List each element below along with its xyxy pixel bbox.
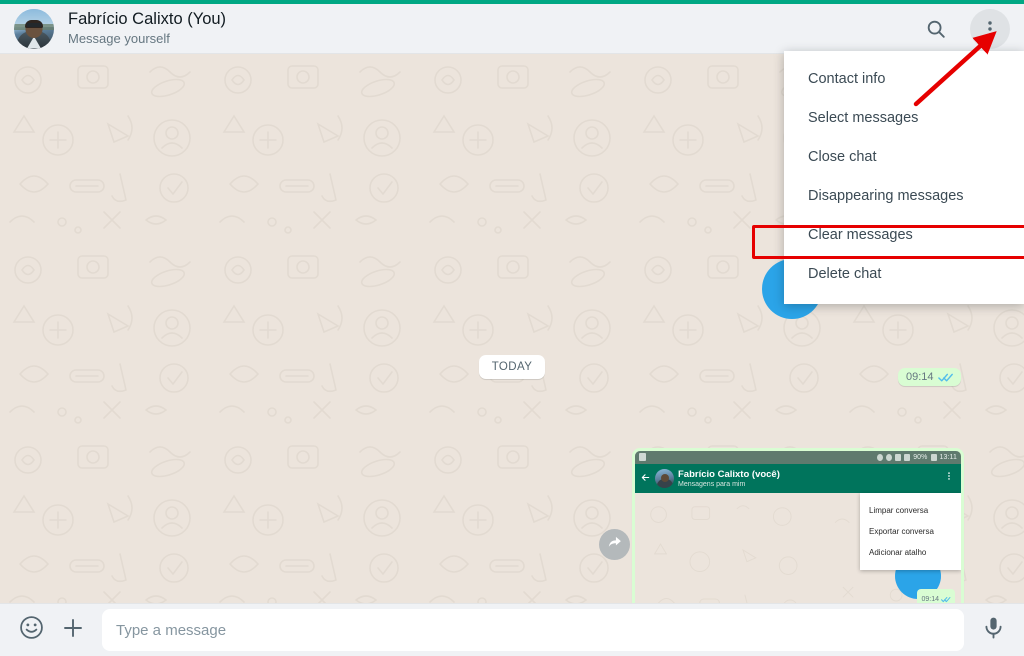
phone-message-timestamp-bubble: 09:14 bbox=[917, 589, 955, 603]
phone-three-dots-vertical-icon[interactable] bbox=[944, 469, 956, 488]
attach-button[interactable] bbox=[60, 617, 86, 643]
phone-avatar-head bbox=[661, 474, 669, 482]
phone-message-timestamp: 09:14 bbox=[921, 596, 939, 603]
phone-notification-icon bbox=[639, 453, 646, 461]
menu-item-disappearing-messages[interactable]: Disappearing messages bbox=[784, 177, 1024, 216]
page-title: Fabrício Calixto (You) bbox=[68, 9, 916, 29]
phone-chat-body: Limpar conversa Exportar conversa Adicio… bbox=[635, 493, 961, 603]
phone-read-double-check-icon bbox=[941, 590, 951, 603]
menu-item-delete-chat[interactable]: Delete chat bbox=[784, 255, 1024, 294]
chat-header: Fabrício Calixto (You) Message yourself bbox=[0, 4, 1024, 54]
phone-dropdown-menu: Limpar conversa Exportar conversa Adicio… bbox=[860, 493, 961, 570]
back-arrow-icon[interactable] bbox=[640, 470, 651, 488]
alarm-icon bbox=[886, 454, 892, 461]
phone-chat-header: Fabrício Calixto (você) Mensagens para m… bbox=[635, 464, 961, 493]
menu-item-contact-info[interactable]: Contact info bbox=[784, 60, 1024, 99]
date-divider: TODAY bbox=[0, 355, 1024, 379]
menu-item-close-chat[interactable]: Close chat bbox=[784, 138, 1024, 177]
battery-icon bbox=[931, 454, 937, 461]
whatsapp-web-window: Fabrício Calixto (You) Message yourself bbox=[0, 0, 1024, 656]
message-input[interactable] bbox=[102, 609, 964, 651]
emoji-smiley-icon bbox=[19, 615, 44, 645]
three-dots-vertical-icon bbox=[979, 18, 1001, 40]
phone-screenshot-content: 90% 13:11 Fabríci bbox=[635, 451, 961, 603]
phone-clock: 13:11 bbox=[940, 454, 958, 461]
menu-item-select-messages[interactable]: Select messages bbox=[784, 99, 1024, 138]
forward-arrow-icon bbox=[606, 534, 623, 556]
search-icon bbox=[925, 18, 947, 40]
phone-menu-item-adicionar-atalho[interactable]: Adicionar atalho bbox=[860, 542, 961, 563]
image-message-phone-screenshot[interactable]: 90% 13:11 Fabríci bbox=[632, 448, 964, 603]
menu-item-clear-messages[interactable]: Clear messages bbox=[784, 216, 1024, 255]
header-actions bbox=[916, 9, 1010, 49]
plus-attach-icon bbox=[61, 616, 85, 645]
voice-message-button[interactable] bbox=[980, 617, 1006, 643]
phone-header-text: Fabrício Calixto (você) Mensagens para m… bbox=[678, 469, 940, 489]
location-icon bbox=[877, 454, 883, 461]
chat-options-dropdown: Contact info Select messages Close chat … bbox=[784, 51, 1024, 304]
date-pill: TODAY bbox=[479, 355, 546, 379]
phone-chat-title: Fabrício Calixto (você) bbox=[678, 469, 940, 480]
avatar[interactable] bbox=[14, 9, 54, 49]
phone-avatar bbox=[655, 469, 674, 488]
chat-menu-button[interactable] bbox=[970, 9, 1010, 49]
avatar-glasses bbox=[27, 23, 42, 27]
phone-menu-item-limpar-conversa[interactable]: Limpar conversa bbox=[860, 500, 961, 521]
phone-menu-item-exportar-conversa[interactable]: Exportar conversa bbox=[860, 521, 961, 542]
phone-chat-subtitle: Mensagens para mim bbox=[678, 480, 940, 489]
phone-battery-percent: 90% bbox=[913, 454, 927, 461]
header-subtitle: Message yourself bbox=[68, 30, 916, 48]
wifi-icon bbox=[895, 454, 901, 461]
phone-status-bar: 90% 13:11 bbox=[635, 451, 961, 464]
emoji-button[interactable] bbox=[18, 617, 44, 643]
compose-bar bbox=[0, 603, 1024, 656]
forward-message-button[interactable] bbox=[599, 529, 630, 560]
microphone-icon bbox=[981, 615, 1006, 645]
search-button[interactable] bbox=[916, 9, 956, 49]
header-text-block: Fabrício Calixto (You) Message yourself bbox=[68, 9, 916, 48]
signal-icon bbox=[904, 454, 910, 461]
